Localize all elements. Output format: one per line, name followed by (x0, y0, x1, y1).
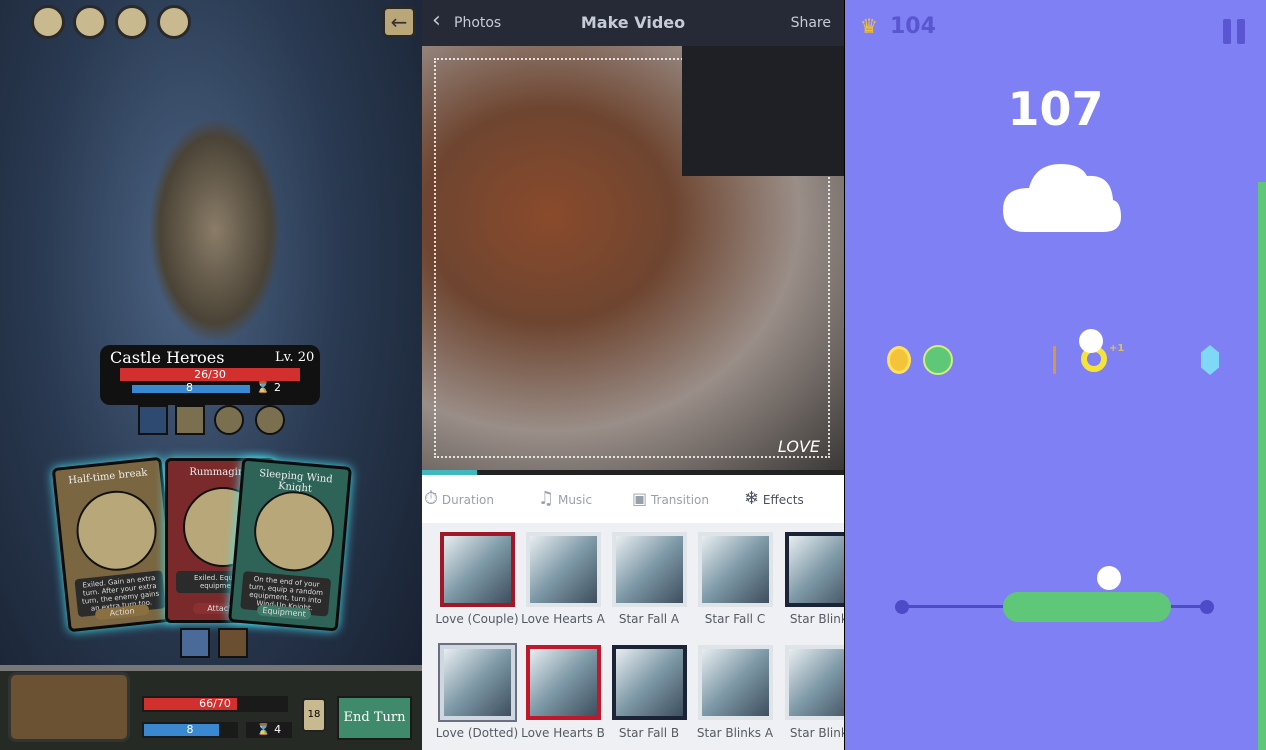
card-game-panel: ← Castle Heroes Lv. 20 26/30 8 ⌛ 2 Half-… (0, 0, 422, 750)
effect-thumbnail[interactable] (440, 532, 515, 607)
effect-label: Star Blinks (789, 726, 844, 740)
effect-thumbnail[interactable] (785, 645, 844, 720)
effect-thumbnail[interactable] (698, 645, 773, 720)
slider-right-end (1200, 600, 1214, 614)
skill-slingshot-icon[interactable] (255, 405, 285, 435)
skill-lightning-icon[interactable] (138, 405, 168, 435)
tab-bar: ⏱ Duration ♫ Music ▣ Transition ❄ Effect… (422, 475, 844, 523)
crystal-icon (1201, 345, 1219, 375)
card-art (250, 487, 338, 575)
nav-bar: ‹ Photos Make Video Share (422, 0, 844, 46)
card-art (72, 486, 161, 575)
player-mana-value: 8 (186, 723, 194, 736)
tab-transition[interactable]: ▣ Transition (632, 475, 709, 523)
current-score: 107 (1007, 82, 1104, 136)
effect-label: Star Fall A (618, 612, 680, 626)
pause-icon[interactable] (1223, 19, 1231, 44)
arcade-game-panel: ♛ 104 107 +1 (845, 0, 1266, 750)
slider-left-end (895, 600, 909, 614)
skill-sword-icon[interactable] (214, 405, 244, 435)
bonus-label: +1 (1109, 343, 1125, 354)
status-icon-2[interactable] (218, 628, 248, 658)
menu-icon-2[interactable] (73, 5, 107, 39)
effect-label: Love Hearts B (521, 726, 605, 740)
share-button[interactable]: Share (791, 15, 831, 31)
deck-count[interactable]: 18 (302, 698, 326, 732)
hero-timer-value: 2 (274, 381, 281, 394)
laptop-screen (682, 46, 844, 176)
effect-thumbnail[interactable] (698, 532, 773, 607)
tab-effects[interactable]: ❄ Effects (744, 475, 804, 523)
paddle-slider-handle[interactable] (1003, 592, 1171, 622)
player-hp-bar: 66/70 (142, 696, 288, 712)
back-arrow-button[interactable]: ← (382, 6, 416, 38)
menu-icon-4[interactable] (157, 5, 191, 39)
snowflake-icon: ❄ (744, 488, 760, 509)
hourglass-icon: ⌛ (256, 381, 270, 394)
card-half-time-break[interactable]: Half-time break Exiled. Gain an extra tu… (51, 456, 179, 633)
effect-thumbnail[interactable] (785, 532, 844, 607)
overlay-text: LOVE (777, 437, 820, 456)
cloud-icon (1003, 164, 1121, 232)
crown-icon: ♛ (860, 14, 878, 38)
menu-icon-3[interactable] (115, 5, 149, 39)
status-icon-1[interactable] (180, 628, 210, 658)
ball (1079, 329, 1103, 353)
player-timer-value: 4 (274, 723, 282, 736)
effect-label: Star Blinks A (696, 726, 774, 740)
effect-thumbnail[interactable] (526, 532, 601, 607)
effect-thumbnail[interactable] (612, 532, 687, 607)
best-score: 104 (890, 14, 936, 39)
player-ball (1097, 566, 1121, 590)
tab-label: Duration (441, 493, 494, 507)
hourglass-icon: ⌛ (256, 723, 271, 736)
hero-hp-bar: 26/30 (120, 368, 300, 381)
card-sleeping-wind-knight[interactable]: Sleeping Wind Knight On the end of your … (228, 457, 352, 632)
card-title: Half-time break (67, 467, 149, 487)
hero-mana-value: 8 (186, 381, 193, 394)
tab-label: Effects (762, 493, 804, 507)
effect-thumbnail[interactable] (438, 643, 517, 722)
tab-label: Transition (650, 493, 709, 507)
end-turn-button[interactable]: End Turn (337, 696, 412, 740)
video-preview[interactable]: LOVE (422, 46, 844, 470)
music-note-icon: ♫ (538, 488, 555, 509)
hero-level: Lv. 20 (275, 350, 315, 365)
transition-icon: ▣ (632, 489, 648, 508)
effect-thumbnail[interactable] (526, 645, 601, 720)
effect-thumbnail[interactable] (612, 645, 687, 720)
player-hp-value: 66/70 (199, 697, 231, 710)
tab-duration[interactable]: ⏱ Duration (424, 475, 494, 523)
video-app-panel: ‹ Photos Make Video Share LOVE ⏱ Duratio… (422, 0, 844, 750)
player-timer: ⌛ 4 (246, 722, 292, 738)
effect-label: Star Fall C (704, 612, 766, 626)
progress-side-bar (1258, 182, 1266, 750)
coin-icon (887, 346, 911, 374)
green-orb-icon (923, 345, 953, 375)
effect-label: Love (Couple) (435, 612, 519, 626)
menu-icon-1[interactable] (31, 5, 65, 39)
effect-label: Star Blinks (789, 612, 844, 626)
pause-icon-bar[interactable] (1237, 19, 1245, 44)
hero-name: Castle Heroes (110, 348, 225, 367)
effect-label: Love Hearts A (521, 612, 605, 626)
tab-label: Music (557, 493, 593, 507)
tab-music[interactable]: ♫ Music (538, 475, 592, 523)
effect-label: Star Fall B (618, 726, 680, 740)
player-mana-bar: 8 (142, 722, 238, 738)
door-portals[interactable] (8, 672, 130, 742)
skill-pumpkin-icon[interactable] (175, 405, 205, 435)
hero-characters-art (150, 120, 280, 340)
effect-label: Love (Dotted) (435, 726, 519, 740)
page-title: Make Video (580, 13, 686, 32)
barrier-icon (1053, 346, 1056, 374)
stopwatch-icon: ⏱ (424, 488, 439, 509)
